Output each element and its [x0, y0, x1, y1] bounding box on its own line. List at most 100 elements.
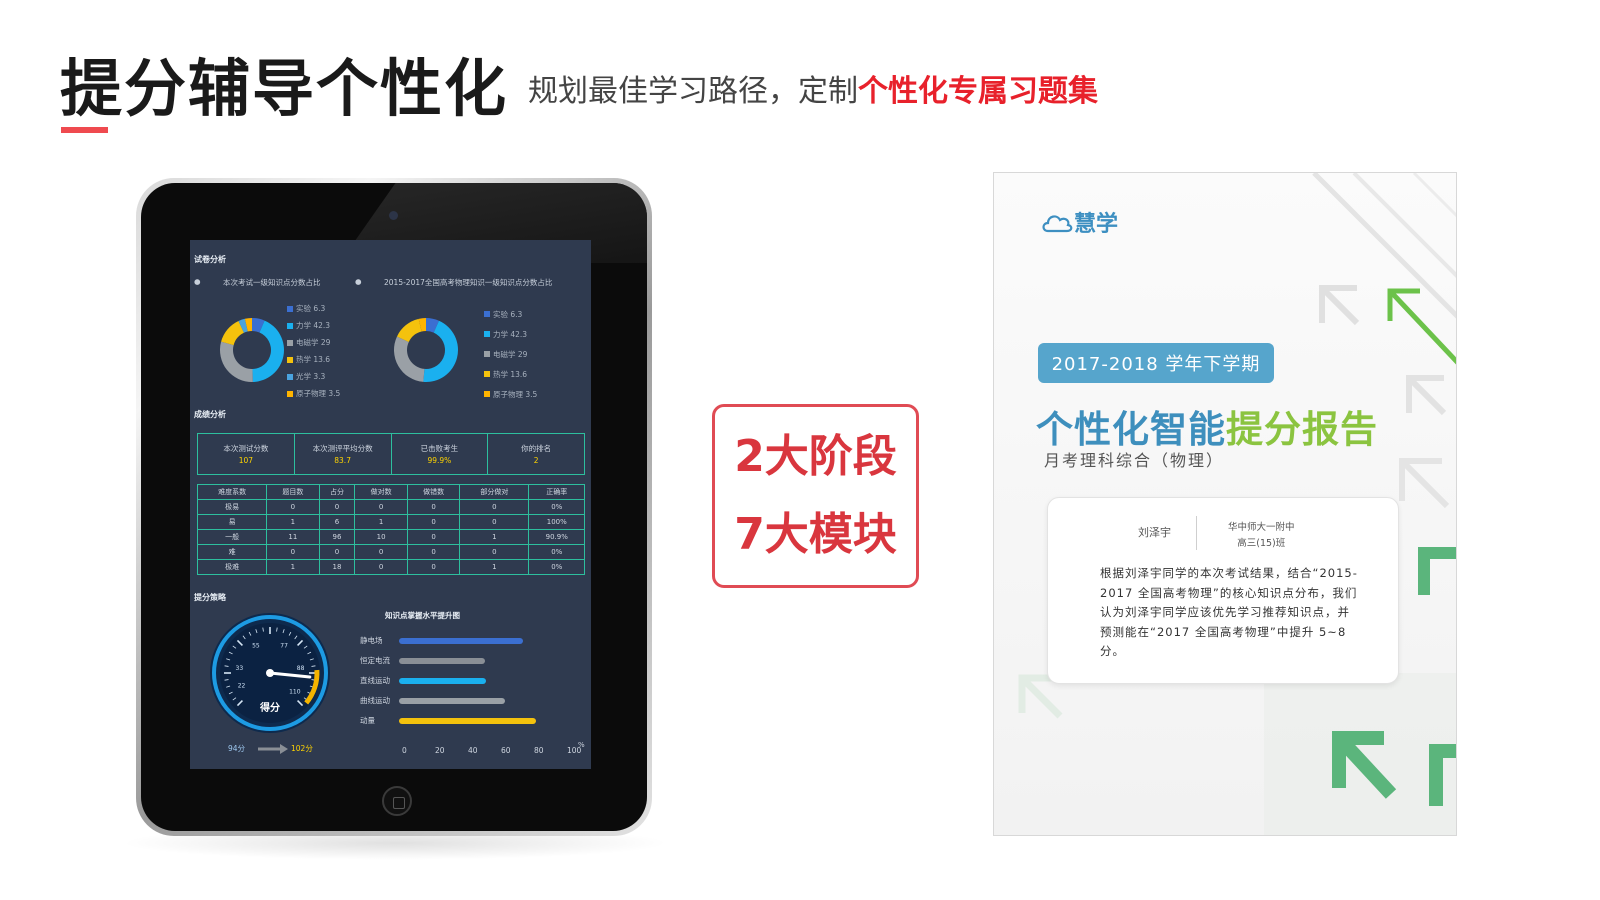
section-title-score-analysis: 成绩分析 [194, 410, 226, 419]
camera-icon [389, 211, 398, 220]
arrow-solid-green-icon [1418, 547, 1456, 595]
stat-cell: 你的排名 2 [488, 434, 584, 474]
arrow-green-icon [1387, 288, 1456, 365]
badge-line-stages: 2大阶段 [734, 431, 897, 482]
legend-item: 实验 6.3 [484, 304, 537, 324]
gauge-tick-label: 77 [280, 642, 288, 649]
stat-cell: 本次测评平均分数 83.7 [295, 434, 392, 474]
stat-label: 本次测试分数 [223, 444, 269, 453]
table-cell: 难 [196, 544, 268, 560]
table-header-cell: 占分 [318, 484, 356, 500]
report-subtitle: 月考理科综合（物理） [1044, 451, 1225, 470]
legend-swatch [484, 351, 490, 357]
stat-value: 83.7 [334, 456, 351, 465]
table-cell: 0% [528, 559, 585, 575]
axis-tick-label: 40 [468, 746, 478, 755]
legend-item: 电磁学 29 [287, 334, 340, 351]
axis-tick-label: 20 [435, 746, 445, 755]
stat-label: 本次测评平均分数 [312, 444, 373, 453]
stat-cell: 已击败考生 99.9% [392, 434, 489, 474]
bullet-dot-2: ● [355, 277, 362, 286]
bar-label: 曲线运动 [360, 696, 390, 705]
bar-label: 静电场 [360, 636, 383, 645]
page-subtitle: 规划最佳学习路径，定制个性化专属习题集 [528, 66, 1098, 110]
score-from: 94分 [228, 744, 246, 753]
legend-item: 热学 13.6 [287, 351, 340, 368]
arrow-outline-icon-3 [1399, 458, 1450, 509]
report-title-green: 提分报告 [1226, 408, 1378, 451]
table-cell: 96 [318, 529, 356, 545]
title-underline [61, 127, 108, 133]
legend-label: 力学 42.3 [493, 329, 528, 339]
gauge-tick-label: 110 [289, 689, 301, 696]
table-cell: 100% [528, 514, 585, 530]
bar-chart-title: 知识点掌握水平提升图 [385, 611, 460, 620]
term-pill: 2017-2018 学年下学期 [1038, 343, 1274, 383]
card-divider [1196, 516, 1197, 550]
table-cell: 6 [318, 514, 356, 530]
legend-label: 电磁学 29 [296, 338, 331, 347]
axis-tick-label: 80 [534, 746, 544, 755]
table-header-row: 难度系数 题目数 占分 做对数 做错数 部分做对 正确率 [196, 484, 585, 500]
legend-swatch [484, 311, 490, 317]
arrow-outline-icon-2 [1406, 375, 1447, 416]
stat-value: 2 [533, 456, 539, 465]
table-cell: 极难 [196, 559, 268, 575]
table-cell: 0 [354, 544, 408, 560]
arrow-big-green-icon [1332, 731, 1397, 799]
report-title: 个性化智能提分报告 [1036, 399, 1378, 453]
stage-module-badge: 2大阶段 7大模块 [712, 404, 919, 588]
table-cell: 0 [266, 499, 320, 515]
report-title-blue: 个性化智能 [1036, 408, 1226, 451]
stats-box: 本次测试分数 107 本次测评平均分数 83.7 已击败考生 99.9% 你的排名 2 [197, 433, 585, 475]
table-cell: 一般 [196, 529, 268, 545]
section-title-strategy: 提分策略 [194, 593, 226, 602]
legend-swatch [287, 390, 293, 397]
table-cell: 0 [459, 514, 530, 530]
bar [399, 658, 485, 664]
gauge-tick-label: 88 [297, 665, 305, 672]
table-row: 一般 11 96 10 0 1 90.9% [196, 529, 585, 545]
table-cell: 0 [354, 499, 408, 515]
arrow-right-icon [258, 744, 288, 754]
gauge-tick-label: 22 [238, 682, 246, 689]
pie-right-title: 2015-2017全国高考物理知识一级知识点分数占比 [384, 278, 553, 287]
table-header-cell: 难度系数 [196, 484, 268, 500]
arrow-outline-icon [1319, 285, 1360, 326]
report-summary: 根据刘泽宇同学的本次考试结果，结合“2015-2017 全国高考物理”的核心知识… [1100, 566, 1358, 658]
legend-swatch [287, 322, 293, 329]
table-cell: 0 [406, 529, 461, 545]
legend-item: 实验 6.3 [287, 300, 340, 317]
badge-line-modules: 7大模块 [734, 509, 897, 560]
score-gauge: 33 55 77 22 88 110 得分 [210, 613, 330, 733]
page-title: 提分辅导个性化 [60, 52, 509, 125]
difficulty-table: 难度系数 题目数 占分 做对数 做错数 部分做对 正确率 极易 0 0 0 0 0 0% 易 1 6 1 0 0 10… [196, 484, 585, 575]
dashboard-screen: 试卷分析 ● 本次考试一级知识点分数占比 ● 2015-2017全国高考物理知识… [190, 240, 591, 769]
legend-label: 实验 6.3 [493, 309, 523, 319]
bar [399, 698, 505, 704]
legend-item: 电磁学 29 [484, 344, 537, 364]
bar-label: 恒定电流 [360, 656, 390, 665]
gauge-label: 得分 [259, 701, 280, 714]
table-header-cell: 正确率 [528, 484, 585, 500]
legend-item: 热学 13.6 [484, 364, 537, 384]
legend-item: 原子物理 3.5 [484, 384, 537, 404]
legend-swatch [287, 373, 293, 380]
table-cell: 18 [318, 559, 356, 575]
gauge-tick-label: 33 [236, 665, 244, 672]
legend-item: 力学 42.3 [484, 324, 537, 344]
table-cell: 90.9% [528, 529, 585, 545]
table-cell: 0 [459, 544, 530, 560]
home-button[interactable] [382, 786, 412, 816]
stats-row: 本次测试分数 107 本次测评平均分数 83.7 已击败考生 99.9% 你的排名 2 [198, 434, 584, 474]
legend-swatch [484, 331, 490, 337]
tablet-bezel: 试卷分析 ● 本次考试一级知识点分数占比 ● 2015-2017全国高考物理知识… [141, 183, 647, 831]
table-cell: 11 [266, 529, 320, 545]
section-title-paper-analysis: 试卷分析 [194, 255, 226, 264]
legend-label: 热学 13.6 [296, 355, 331, 364]
donut-chart-right [394, 318, 458, 382]
school-name: 华中师大一附中 [1228, 522, 1295, 533]
stat-label: 你的排名 [521, 444, 552, 453]
table-cell: 0 [266, 544, 320, 560]
donut-slice-2 [394, 336, 425, 382]
